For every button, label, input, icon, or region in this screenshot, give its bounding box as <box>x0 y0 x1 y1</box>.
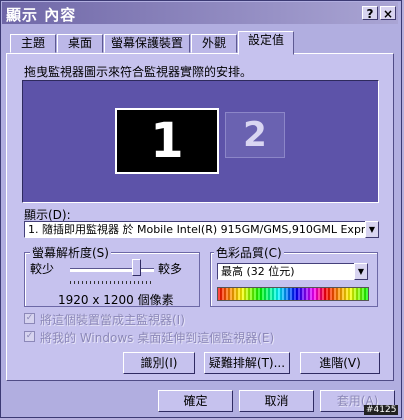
display-dropdown-arrow-icon[interactable]: ▼ <box>365 221 379 238</box>
tab-settings[interactable]: 設定值 <box>238 31 294 55</box>
help-button[interactable]: ? <box>362 6 378 21</box>
color-spectrum-bar <box>217 287 369 301</box>
resolution-slider-ticks <box>70 281 154 284</box>
resolution-slider-thumb[interactable] <box>132 259 141 276</box>
cancel-button[interactable]: 取消 <box>239 390 314 412</box>
monitor-arrangement-area: 1 2 <box>22 80 379 203</box>
resolution-slider-track[interactable] <box>70 268 154 272</box>
instruction-text: 拖曳監視器圖示來符合監視器實際的安排。 <box>24 65 253 79</box>
display-select[interactable]: 1. 隨插即用監視器 於 Mobile Intel(R) 915GM/GMS,9… <box>24 221 366 238</box>
color-quality-title: 色彩品質(C) <box>214 244 284 261</box>
extend-desktop-label: 將我的 Windows 桌面延伸到這個監視器(E) <box>40 331 275 345</box>
watermark-label: #4125 <box>364 405 399 415</box>
ok-button[interactable]: 確定 <box>158 390 233 412</box>
resolution-title: 螢幕解析度(S) <box>30 244 111 261</box>
resolution-more-label: 較多 <box>158 262 183 276</box>
resolution-less-label: 較少 <box>30 262 55 276</box>
extend-desktop-checkbox[interactable]: ✓ <box>24 331 35 342</box>
tab-screensaver[interactable]: 螢幕保護裝置 <box>104 34 190 53</box>
advanced-button[interactable]: 進階(V) <box>300 352 380 374</box>
close-button[interactable]: × <box>380 6 396 21</box>
tab-appearance[interactable]: 外觀 <box>191 34 237 53</box>
tab-desktop[interactable]: 桌面 <box>57 34 103 53</box>
monitor-1-icon[interactable]: 1 <box>115 108 219 174</box>
troubleshoot-button[interactable]: 疑難排解(T)... <box>204 352 290 374</box>
window-title: 顯示 內容 <box>6 6 77 24</box>
primary-monitor-checkbox[interactable]: ✓ <box>24 313 35 324</box>
monitor-2-icon[interactable]: 2 <box>225 112 285 158</box>
tab-themes[interactable]: 主題 <box>10 34 56 53</box>
resolution-value: 1920 x 1200 個像素 <box>58 293 174 307</box>
color-quality-dropdown-arrow-icon[interactable]: ▼ <box>354 263 368 280</box>
primary-monitor-label: 將這個裝置當成主監視器(I) <box>40 313 185 327</box>
identify-button[interactable]: 識別(I) <box>123 352 195 374</box>
color-quality-select[interactable]: 最高 (32 位元) <box>217 263 355 280</box>
title-bar: 顯示 內容 ? × <box>2 2 398 24</box>
